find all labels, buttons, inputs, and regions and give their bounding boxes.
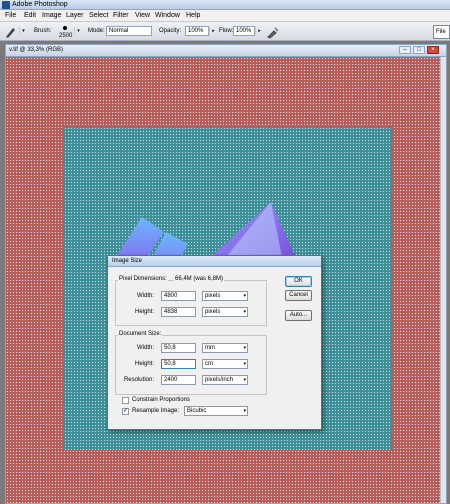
doc-height-label: Height:	[134, 361, 154, 367]
opacity-label: Opacity:	[159, 28, 182, 34]
menu-help[interactable]: Help	[186, 12, 200, 19]
menu-image[interactable]: Image	[42, 12, 61, 19]
brush-label: Brush:	[34, 28, 52, 34]
flow-dropdown-icon[interactable]: ▸	[255, 27, 263, 35]
chevron-down-icon: ▾	[243, 408, 246, 414]
resolution-input[interactable]: 2400	[161, 375, 196, 385]
doc-width-label: Width:	[136, 345, 154, 351]
mode-select[interactable]: Normal	[106, 26, 152, 36]
doc-height-unit: cm	[205, 361, 213, 367]
chevron-down-icon: ▾	[243, 293, 246, 299]
opacity-input[interactable]: 100%	[185, 26, 209, 36]
opacity-dropdown-icon[interactable]: ▸	[209, 27, 217, 35]
resample-image-label: Resample Image:	[132, 408, 180, 414]
chevron-down-icon: ▾	[243, 361, 246, 367]
menu-layer[interactable]: Layer	[66, 12, 84, 19]
brush-preview-icon[interactable]	[63, 26, 67, 30]
photoshop-logo-icon	[2, 1, 10, 9]
resample-method: Bicubic	[187, 408, 207, 414]
file-browser-tab[interactable]: File	[433, 25, 450, 39]
pixel-dimensions-group	[115, 280, 267, 326]
resolution-unit-select[interactable]: pixels/inch ▾	[202, 375, 248, 385]
doc-width-input[interactable]: 50,8	[161, 343, 196, 353]
document-title: v.tif @ 33,3% (RGB)	[9, 47, 63, 53]
pixel-width-unit: pixels	[205, 293, 221, 299]
pixel-height-label: Height:	[134, 309, 154, 315]
menu-file[interactable]: File	[5, 12, 16, 19]
constrain-proportions-checkbox[interactable]	[122, 397, 129, 404]
doc-height-input[interactable]: 50,8	[161, 359, 196, 369]
menu-edit[interactable]: Edit	[24, 12, 36, 19]
flow-input[interactable]: 100%	[233, 26, 255, 36]
close-button[interactable]: ×	[427, 46, 439, 54]
dialog-title: Image Size	[112, 258, 143, 264]
chevron-down-icon: ▾	[243, 345, 246, 351]
flow-label: Flow:	[219, 28, 234, 34]
menu-bar: File Edit Image Layer Select Filter View…	[0, 10, 450, 22]
ok-button[interactable]: OK	[285, 276, 312, 287]
mode-label: Mode:	[88, 28, 105, 34]
dialog-titlebar: Image Size	[108, 256, 321, 267]
resample-method-select[interactable]: Bicubic ▾	[184, 406, 248, 416]
app-titlebar: Adobe Photoshop	[0, 0, 450, 10]
pixel-height-unit: pixels	[205, 309, 221, 315]
maximize-button[interactable]: □	[413, 46, 425, 54]
pixel-dimensions-value: 66,4M (was 6,8M)	[174, 276, 225, 282]
brush-size: 2500	[59, 33, 73, 39]
cancel-button[interactable]: Cancel	[285, 290, 312, 301]
pixel-dimensions-label: Pixel Dimensions:	[118, 276, 168, 282]
document-titlebar: v.tif @ 33,3% (RGB) – □ ×	[6, 45, 446, 57]
airbrush-icon[interactable]	[266, 25, 280, 39]
document-size-label: Document Size:	[118, 331, 163, 337]
pixel-width-input[interactable]: 4800	[161, 291, 196, 301]
menu-filter[interactable]: Filter	[113, 12, 129, 19]
options-bar: ▾ Brush: 2500 ▾ Mode: Normal Opacity: 10…	[0, 22, 450, 41]
resolution-unit: pixels/inch	[205, 377, 234, 383]
image-size-dialog: Image Size Pixel Dimensions: 66,4M (was …	[107, 255, 322, 430]
constrain-proportions-label: Constrain Proportions	[132, 397, 191, 403]
brush-picker-dropdown-icon[interactable]: ▾	[74, 27, 82, 35]
chevron-down-icon: ▾	[243, 309, 246, 315]
doc-height-unit-select[interactable]: cm ▾	[202, 359, 248, 369]
pixel-width-unit-select[interactable]: pixels ▾	[202, 291, 248, 301]
app-title: Adobe Photoshop	[12, 1, 68, 8]
brush-tool-icon[interactable]	[3, 25, 17, 39]
auto-button[interactable]: Auto...	[285, 310, 312, 321]
resample-image-checkbox[interactable]: ✓	[122, 408, 129, 415]
tool-preset-dropdown-icon[interactable]: ▾	[19, 27, 27, 35]
pixel-height-unit-select[interactable]: pixels ▾	[202, 307, 248, 317]
pixel-width-label: Width:	[136, 293, 154, 299]
pixel-height-input[interactable]: 4838	[161, 307, 196, 317]
doc-width-unit: mm	[205, 345, 215, 351]
menu-view[interactable]: View	[135, 12, 150, 19]
resolution-label: Resolution:	[123, 377, 154, 383]
menu-window[interactable]: Window	[155, 12, 180, 19]
menu-select[interactable]: Select	[89, 12, 108, 19]
minimize-button[interactable]: –	[399, 46, 411, 54]
chevron-down-icon: ▾	[243, 377, 246, 383]
vertical-scrollbar[interactable]	[440, 57, 446, 503]
doc-width-unit-select[interactable]: mm ▾	[202, 343, 248, 353]
